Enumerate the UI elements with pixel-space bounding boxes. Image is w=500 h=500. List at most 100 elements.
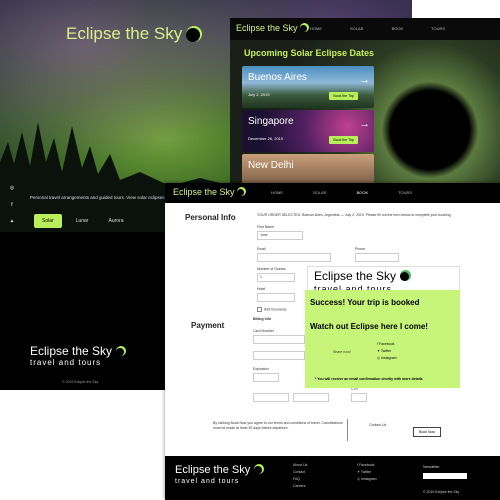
eclipse-card-singapore[interactable]: Singapore December 26, 2019 Book the Tri… xyxy=(242,110,374,152)
home-footer-sub: travel and tours xyxy=(30,358,102,367)
nav-book[interactable]: BOOK xyxy=(357,190,369,195)
newsletter-label: Newsletter xyxy=(423,465,440,469)
footer-links: About Us Contact FAQ Careers xyxy=(293,462,307,490)
nav-tours[interactable]: TOURS xyxy=(398,190,412,195)
newsletter-input[interactable] xyxy=(423,473,467,479)
nav-tours[interactable]: TOURS xyxy=(431,26,445,31)
solar-button[interactable]: Solar xyxy=(34,214,62,228)
card-city: Singapore xyxy=(248,116,294,127)
dates-window: Eclipse the Sky HOME SOLAR BOOK TOURS Up… xyxy=(230,18,500,190)
hero-brand-text: Eclipse the Sky xyxy=(66,24,183,43)
share-list: f Facebook ✦ Twitter ◎ Instagram xyxy=(377,342,397,360)
share-instagram-label: Instagram xyxy=(381,356,397,360)
nav-book[interactable]: BOOK xyxy=(392,26,404,31)
divider xyxy=(347,419,348,441)
success-brand: Eclipse the Sky xyxy=(314,269,410,283)
exp-year-select[interactable] xyxy=(293,393,329,402)
share-twitter-label: Twitter xyxy=(380,349,392,353)
footer-copyright: © 2019 Eclipse the Sky xyxy=(423,490,460,494)
card-number-input[interactable] xyxy=(253,335,305,344)
book-now-button[interactable]: Book Now xyxy=(413,427,441,437)
eclipse-logo-icon xyxy=(400,272,410,282)
footer-instagram-link[interactable]: ◎ Instagram xyxy=(357,476,377,483)
eclipse-logo-icon xyxy=(254,466,263,475)
insurance-label: Add Insurance xyxy=(264,307,287,312)
facebook-icon[interactable]: f xyxy=(8,201,16,209)
arrow-right-icon[interactable]: → xyxy=(359,74,370,86)
footer-social: f Facebook ✦ Twitter ◎ Instagram xyxy=(357,462,377,483)
footer-link[interactable]: Careers xyxy=(293,483,307,490)
exp-month-select[interactable] xyxy=(253,393,289,402)
footer-brand-text: Eclipse the Sky xyxy=(175,464,251,476)
dates-nav-links: HOME SOLAR BOOK TOURS xyxy=(310,26,445,31)
home-footer-brand: Eclipse the Sky xyxy=(30,344,125,358)
home-footer-brand-text: Eclipse the Sky xyxy=(30,344,113,358)
billing-info-title: Billing Info xyxy=(253,317,272,321)
booking-brand-text: Eclipse the Sky xyxy=(173,187,235,197)
payment-title: Payment xyxy=(191,321,225,330)
footer-link[interactable]: FAQ xyxy=(293,476,307,483)
insurance-option[interactable]: Add Insurance xyxy=(257,307,287,312)
booking-nav-links: HOME SOLAR BOOK TOURS xyxy=(271,190,412,195)
instagram-icon[interactable]: ◎ xyxy=(8,184,16,192)
eclipse-card-buenos-aires[interactable]: Buenos Aires July 2, 2019 Book the Trip … xyxy=(242,66,374,108)
share-label: Share now! xyxy=(333,350,351,354)
home-copyright: © 2019 Eclipse the Sky xyxy=(62,380,99,384)
share-twitter[interactable]: ✦ Twitter xyxy=(377,349,397,353)
exp-label: Expiration xyxy=(253,367,269,371)
card-date: December 26, 2019 xyxy=(248,136,284,141)
success-message: Success! Your trip is booked xyxy=(310,298,420,307)
share-instagram[interactable]: ◎ Instagram xyxy=(377,356,397,360)
nav-solar[interactable]: SOLAR xyxy=(313,190,327,195)
billing-address-input[interactable] xyxy=(253,351,305,360)
dates-brand[interactable]: Eclipse the Sky xyxy=(236,23,307,33)
dates-heading: Upcoming Solar Eclipse Dates xyxy=(244,48,375,58)
phone-label: Phone xyxy=(355,247,366,251)
email-confirmation-note: * You will receive an email confirmation… xyxy=(315,377,423,381)
footer-newsletter: Newsletter © 2019 Eclipse the Sky xyxy=(423,464,467,496)
hotel-label: Hotel xyxy=(257,287,266,291)
footer-facebook-link[interactable]: f Facebook xyxy=(357,462,377,469)
insurance-checkbox[interactable] xyxy=(257,307,262,312)
nav-home[interactable]: HOME xyxy=(310,26,322,31)
footer-twitter-label: Twitter xyxy=(360,470,372,474)
email-input[interactable] xyxy=(257,253,331,262)
card-city: New Delhi xyxy=(248,160,294,171)
eclipse-logo-icon xyxy=(236,189,244,197)
footer-twitter-link[interactable]: ✦ Twitter xyxy=(357,469,377,476)
nav-home[interactable]: HOME xyxy=(271,190,283,195)
personal-info-title: Personal Info xyxy=(185,213,236,222)
lunar-button[interactable]: Lunar xyxy=(70,214,95,228)
name-input[interactable]: Jane xyxy=(257,231,303,240)
footer-facebook-label: Facebook xyxy=(358,463,375,467)
footer-link[interactable]: Contact xyxy=(293,469,307,476)
cvv-input[interactable] xyxy=(351,393,367,402)
booking-brand[interactable]: Eclipse the Sky xyxy=(173,187,244,197)
book-trip-button[interactable]: Book the Trip xyxy=(329,92,358,100)
dates-brand-text: Eclipse the Sky xyxy=(236,23,298,33)
aurora-button[interactable]: Aurora xyxy=(102,214,129,228)
card-label: Card Number xyxy=(253,329,275,333)
exp-select[interactable] xyxy=(253,373,279,382)
twitter-icon[interactable]: ✦ xyxy=(8,218,16,226)
social-column: ◎ f ✦ xyxy=(8,184,16,226)
footer-link[interactable]: About Us xyxy=(293,462,307,469)
hero-brand: Eclipse the Sky xyxy=(66,24,201,44)
share-facebook[interactable]: f Facebook xyxy=(377,342,397,346)
arrow-right-icon[interactable]: → xyxy=(359,118,370,130)
success-brand-text: Eclipse the Sky xyxy=(314,269,397,283)
footer-instagram-label: Instagram xyxy=(361,477,377,481)
hotel-select[interactable] xyxy=(257,293,295,302)
footer-sub: travel and tours xyxy=(175,478,240,485)
booking-navbar: Eclipse the Sky HOME SOLAR BOOK TOURS xyxy=(165,183,500,203)
card-date: July 2, 2019 xyxy=(248,92,270,97)
phone-input[interactable] xyxy=(355,253,399,262)
dates-navbar: Eclipse the Sky HOME SOLAR BOOK TOURS xyxy=(230,18,500,40)
card-city: Buenos Aires xyxy=(248,72,307,83)
hero-buttons: Solar Lunar Aurora xyxy=(34,214,130,228)
success-tagline: Watch out Eclipse here I come! xyxy=(310,322,428,331)
guests-select[interactable]: 1 xyxy=(257,273,295,282)
nav-solar[interactable]: SOLAR xyxy=(350,26,364,31)
booking-footer: Eclipse the Sky travel and tours About U… xyxy=(165,456,500,500)
book-trip-button[interactable]: Book the Trip xyxy=(329,136,358,144)
